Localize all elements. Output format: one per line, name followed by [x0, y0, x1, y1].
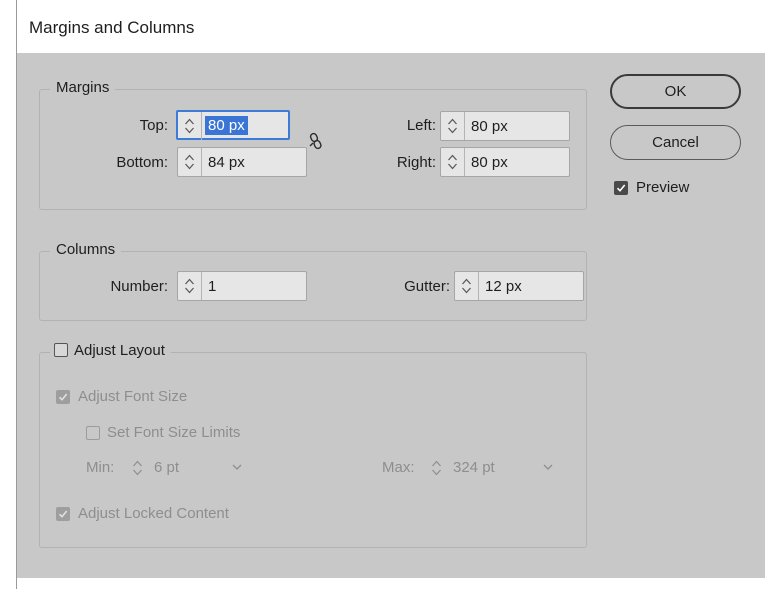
max-stepper-icon	[432, 460, 441, 476]
number-value[interactable]: 1	[208, 278, 216, 295]
preview-label[interactable]: Preview	[636, 179, 689, 196]
margins-legend: Margins	[50, 79, 116, 96]
min-stepper-icon	[133, 460, 142, 476]
gutter-value[interactable]: 12 px	[485, 278, 522, 295]
top-stepper-icon[interactable]	[178, 112, 202, 140]
right-margin-value[interactable]: 80 px	[471, 154, 508, 171]
margins-and-columns-dialog: Margins and Columns Margins Top: 80 px B…	[16, 0, 765, 589]
adjust-font-size-label[interactable]: Adjust Font Size	[78, 388, 187, 405]
max-label: Max:	[382, 459, 415, 476]
max-value[interactable]: 324 pt	[453, 459, 495, 476]
set-font-size-limits-label[interactable]: Set Font Size Limits	[107, 424, 240, 441]
adjust-layout-checkbox[interactable]	[54, 343, 68, 357]
bottom-stepper-icon[interactable]	[178, 148, 202, 176]
min-value[interactable]: 6 pt	[154, 459, 179, 476]
adjust-locked-content-label[interactable]: Adjust Locked Content	[78, 505, 229, 522]
margins-group: Margins Top: 80 px Bottom: 84 px Left: 8…	[39, 79, 587, 210]
right-label: Right:	[396, 154, 436, 171]
left-stepper-icon[interactable]	[441, 112, 465, 140]
number-stepper-icon[interactable]	[178, 272, 202, 300]
columns-group: Columns Number: 1 Gutter: 12 px	[39, 241, 587, 321]
number-label: Number:	[110, 278, 168, 295]
top-label: Top:	[139, 117, 168, 134]
bottom-margin-value[interactable]: 84 px	[208, 154, 245, 171]
adjust-locked-content-checkbox[interactable]	[56, 507, 70, 521]
gutter-field[interactable]: 12 px	[454, 271, 584, 301]
adjust-layout-label[interactable]: Adjust Layout	[74, 342, 165, 359]
left-margin-field[interactable]: 80 px	[440, 111, 570, 141]
set-font-size-limits-checkbox[interactable]	[86, 426, 100, 440]
min-chevron-down-icon	[232, 464, 242, 470]
adjust-layout-group: Adjust Layout Adjust Font Size Set Font …	[39, 342, 587, 548]
adjust-layout-legend: Adjust Layout	[50, 342, 171, 359]
gutter-label: Gutter:	[404, 278, 450, 295]
bottom-edge	[17, 578, 765, 589]
chain-link-icon[interactable]	[308, 132, 324, 150]
bottom-label: Bottom:	[116, 154, 168, 171]
left-margin-value[interactable]: 80 px	[471, 118, 508, 135]
cancel-button[interactable]: Cancel	[610, 125, 741, 160]
top-margin-field[interactable]: 80 px	[176, 110, 290, 140]
number-field[interactable]: 1	[177, 271, 307, 301]
dialog-title: Margins and Columns	[29, 18, 195, 37]
top-margin-value[interactable]: 80 px	[205, 116, 248, 135]
columns-legend: Columns	[50, 241, 122, 258]
left-label: Left:	[406, 117, 436, 134]
min-label: Min:	[86, 459, 115, 476]
bottom-margin-field[interactable]: 84 px	[177, 147, 307, 177]
ok-button[interactable]: OK	[610, 74, 741, 109]
adjust-font-size-checkbox[interactable]	[56, 390, 70, 404]
max-chevron-down-icon	[543, 464, 553, 470]
right-stepper-icon[interactable]	[441, 148, 465, 176]
gutter-stepper-icon[interactable]	[455, 272, 479, 300]
right-margin-field[interactable]: 80 px	[440, 147, 570, 177]
title-bar: Margins and Columns	[17, 0, 765, 53]
preview-checkbox[interactable]	[614, 181, 628, 195]
